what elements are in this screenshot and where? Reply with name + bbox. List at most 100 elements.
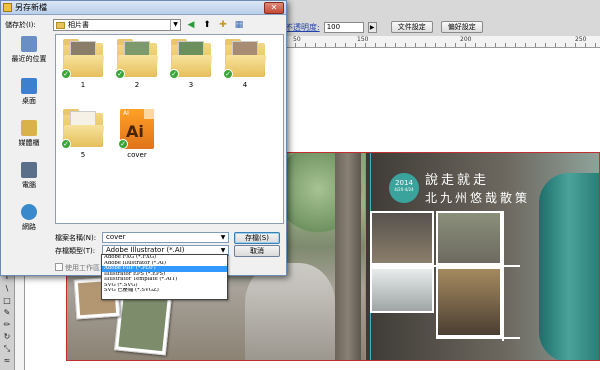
save-in-bar: 儲存於(I): 相片書 ▼ ◀ ⬆ ✚ ▦ [5, 18, 283, 32]
illustrator-app-icon [3, 3, 12, 12]
file-name: 5 [80, 151, 86, 159]
ruler-mark: 50 [293, 36, 301, 43]
options-bar: 不透明度: 100 ▶ 文件設定 偏好設定 [285, 20, 483, 34]
chevron-down-icon[interactable]: ▼ [170, 20, 180, 30]
design-title-line1: 說走就走 [425, 173, 490, 188]
scale-tool-icon[interactable]: ⤡ [2, 344, 13, 354]
ruler-mark: 200 [460, 36, 472, 43]
place-label: 媒體櫃 [18, 139, 40, 147]
file-list[interactable]: ✓ 1 ✓ 2 ✓ 3 ✓ 4 ✓ 5 AI Ai ✓ cover [55, 34, 284, 224]
checkmark-icon: ✓ [115, 69, 125, 79]
save-button[interactable]: 存檔(S) [234, 232, 280, 244]
place-desktop[interactable]: 桌面 [5, 76, 53, 114]
place-label: 網路 [22, 223, 36, 231]
line-tool-icon[interactable]: \ [2, 284, 13, 294]
place-recent[interactable]: 最近的位置 [5, 34, 53, 72]
badge-dates: 4/20-4/24 [394, 187, 414, 192]
save-in-combobox[interactable]: 相片書 ▼ [53, 19, 181, 31]
document-setup-button[interactable]: 文件設定 [390, 21, 433, 33]
use-artboards-checkbox[interactable] [55, 263, 63, 271]
opacity-dropdown-arrow-icon[interactable]: ▶ [367, 21, 377, 33]
folder-icon: ✓ [223, 39, 267, 79]
grid-photo [436, 267, 502, 337]
place-computer[interactable]: 電腦 [5, 160, 53, 198]
folder-item[interactable]: ✓ 2 [112, 37, 162, 99]
ai-file-item[interactable]: AI Ai ✓ cover [112, 107, 162, 169]
dropdown-option[interactable]: SVG 已壓縮 (*.SVGZ) [102, 288, 227, 294]
dialog-titlebar[interactable]: 另存新檔 [1, 1, 286, 15]
view-menu-icon[interactable]: ▦ [233, 19, 245, 31]
save-in-label: 儲存於(I): [5, 21, 36, 29]
warp-tool-icon[interactable]: ≈ [2, 356, 13, 366]
folder-icon: ✓ [61, 39, 105, 79]
file-name: 1 [80, 81, 86, 89]
stone-statue-image [245, 263, 335, 360]
folder-icon: ✓ [169, 39, 213, 79]
file-name: 4 [242, 81, 248, 89]
checkmark-icon: ✓ [61, 69, 71, 79]
place-label: 電腦 [22, 181, 36, 189]
place-label: 桌面 [22, 97, 36, 105]
current-folder-name: 相片書 [68, 21, 89, 29]
recent-places-icon [21, 36, 37, 52]
guide-line [365, 153, 366, 360]
new-folder-icon[interactable]: ✚ [217, 19, 229, 31]
grid-photo [370, 267, 434, 313]
filetype-label: 存檔類型(T): [55, 247, 96, 255]
checkmark-icon: ✓ [223, 69, 233, 79]
place-label: 最近的位置 [11, 55, 47, 63]
date-badge: 2014 4/20-4/24 [389, 173, 419, 203]
preferences-button[interactable]: 偏好設定 [440, 21, 483, 33]
place-libraries[interactable]: 媒體櫃 [5, 118, 53, 156]
teal-train-image [539, 173, 599, 360]
horizontal-ruler: 50 150 200 250 [285, 36, 600, 48]
places-bar: 最近的位置 桌面 媒體櫃 電腦 網路 [5, 34, 53, 259]
filename-label: 檔案名稱(N): [55, 234, 97, 242]
rotate-tool-icon[interactable]: ↻ [2, 332, 13, 342]
grid-photo [370, 211, 434, 265]
layout-divider [502, 211, 504, 341]
ruler-mark: 250 [575, 36, 587, 43]
folder-item[interactable]: ✓ 4 [220, 37, 270, 99]
network-icon [21, 204, 37, 220]
badge-year: 2014 [395, 179, 413, 187]
folder-item[interactable]: ✓ 1 [58, 37, 108, 99]
checkmark-icon: ✓ [169, 69, 179, 79]
folder-item[interactable]: ✓ 5 [58, 107, 108, 169]
folder-icon: ✓ [115, 39, 159, 79]
desktop-icon [21, 78, 37, 94]
checkmark-icon: ✓ [61, 139, 71, 149]
file-name: 3 [188, 81, 194, 89]
file-name: cover [127, 151, 147, 159]
grid-photo [436, 211, 502, 265]
file-name: 2 [134, 81, 140, 89]
computer-icon [21, 162, 37, 178]
brush-tool-icon[interactable]: ✎ [2, 308, 13, 318]
place-network[interactable]: 網路 [5, 202, 53, 240]
wooden-pole-image [335, 153, 361, 360]
opacity-input[interactable]: 100 [323, 21, 364, 33]
cancel-button[interactable]: 取消 [234, 245, 280, 257]
layout-divider [370, 265, 520, 267]
dialog-title: 另存新檔 [15, 3, 47, 12]
polaroid-photo [114, 290, 172, 356]
back-icon[interactable]: ◀ [185, 19, 197, 31]
libraries-icon [21, 120, 37, 136]
close-button[interactable]: ✕ [264, 2, 284, 14]
checkmark-icon: ✓ [118, 139, 128, 149]
filetype-dropdown-list[interactable]: Adobe FXG (*.FXG) Adobe Illustrator (*.A… [101, 254, 228, 300]
pencil-tool-icon[interactable]: ✏ [2, 320, 13, 330]
chevron-down-icon[interactable]: ▼ [218, 233, 228, 242]
rectangle-tool-icon[interactable]: □ [2, 296, 13, 306]
up-folder-icon[interactable]: ⬆ [201, 19, 213, 31]
layout-divider [436, 337, 520, 339]
filename-input[interactable]: cover ▼ [102, 232, 229, 243]
ruler-mark: 150 [357, 36, 369, 43]
design-title-line2: 北九州悠哉散策 [425, 191, 531, 205]
save-as-dialog: 另存新檔 ✕ 儲存於(I): 相片書 ▼ ◀ ⬆ ✚ ▦ 最近的位置 桌面 媒體… [0, 0, 287, 276]
opacity-label[interactable]: 不透明度: [285, 22, 320, 33]
folder-icon [56, 21, 65, 29]
illustrator-file-icon: AI Ai ✓ [118, 109, 154, 149]
folder-item[interactable]: ✓ 3 [166, 37, 216, 99]
folder-icon: ✓ [61, 109, 105, 149]
